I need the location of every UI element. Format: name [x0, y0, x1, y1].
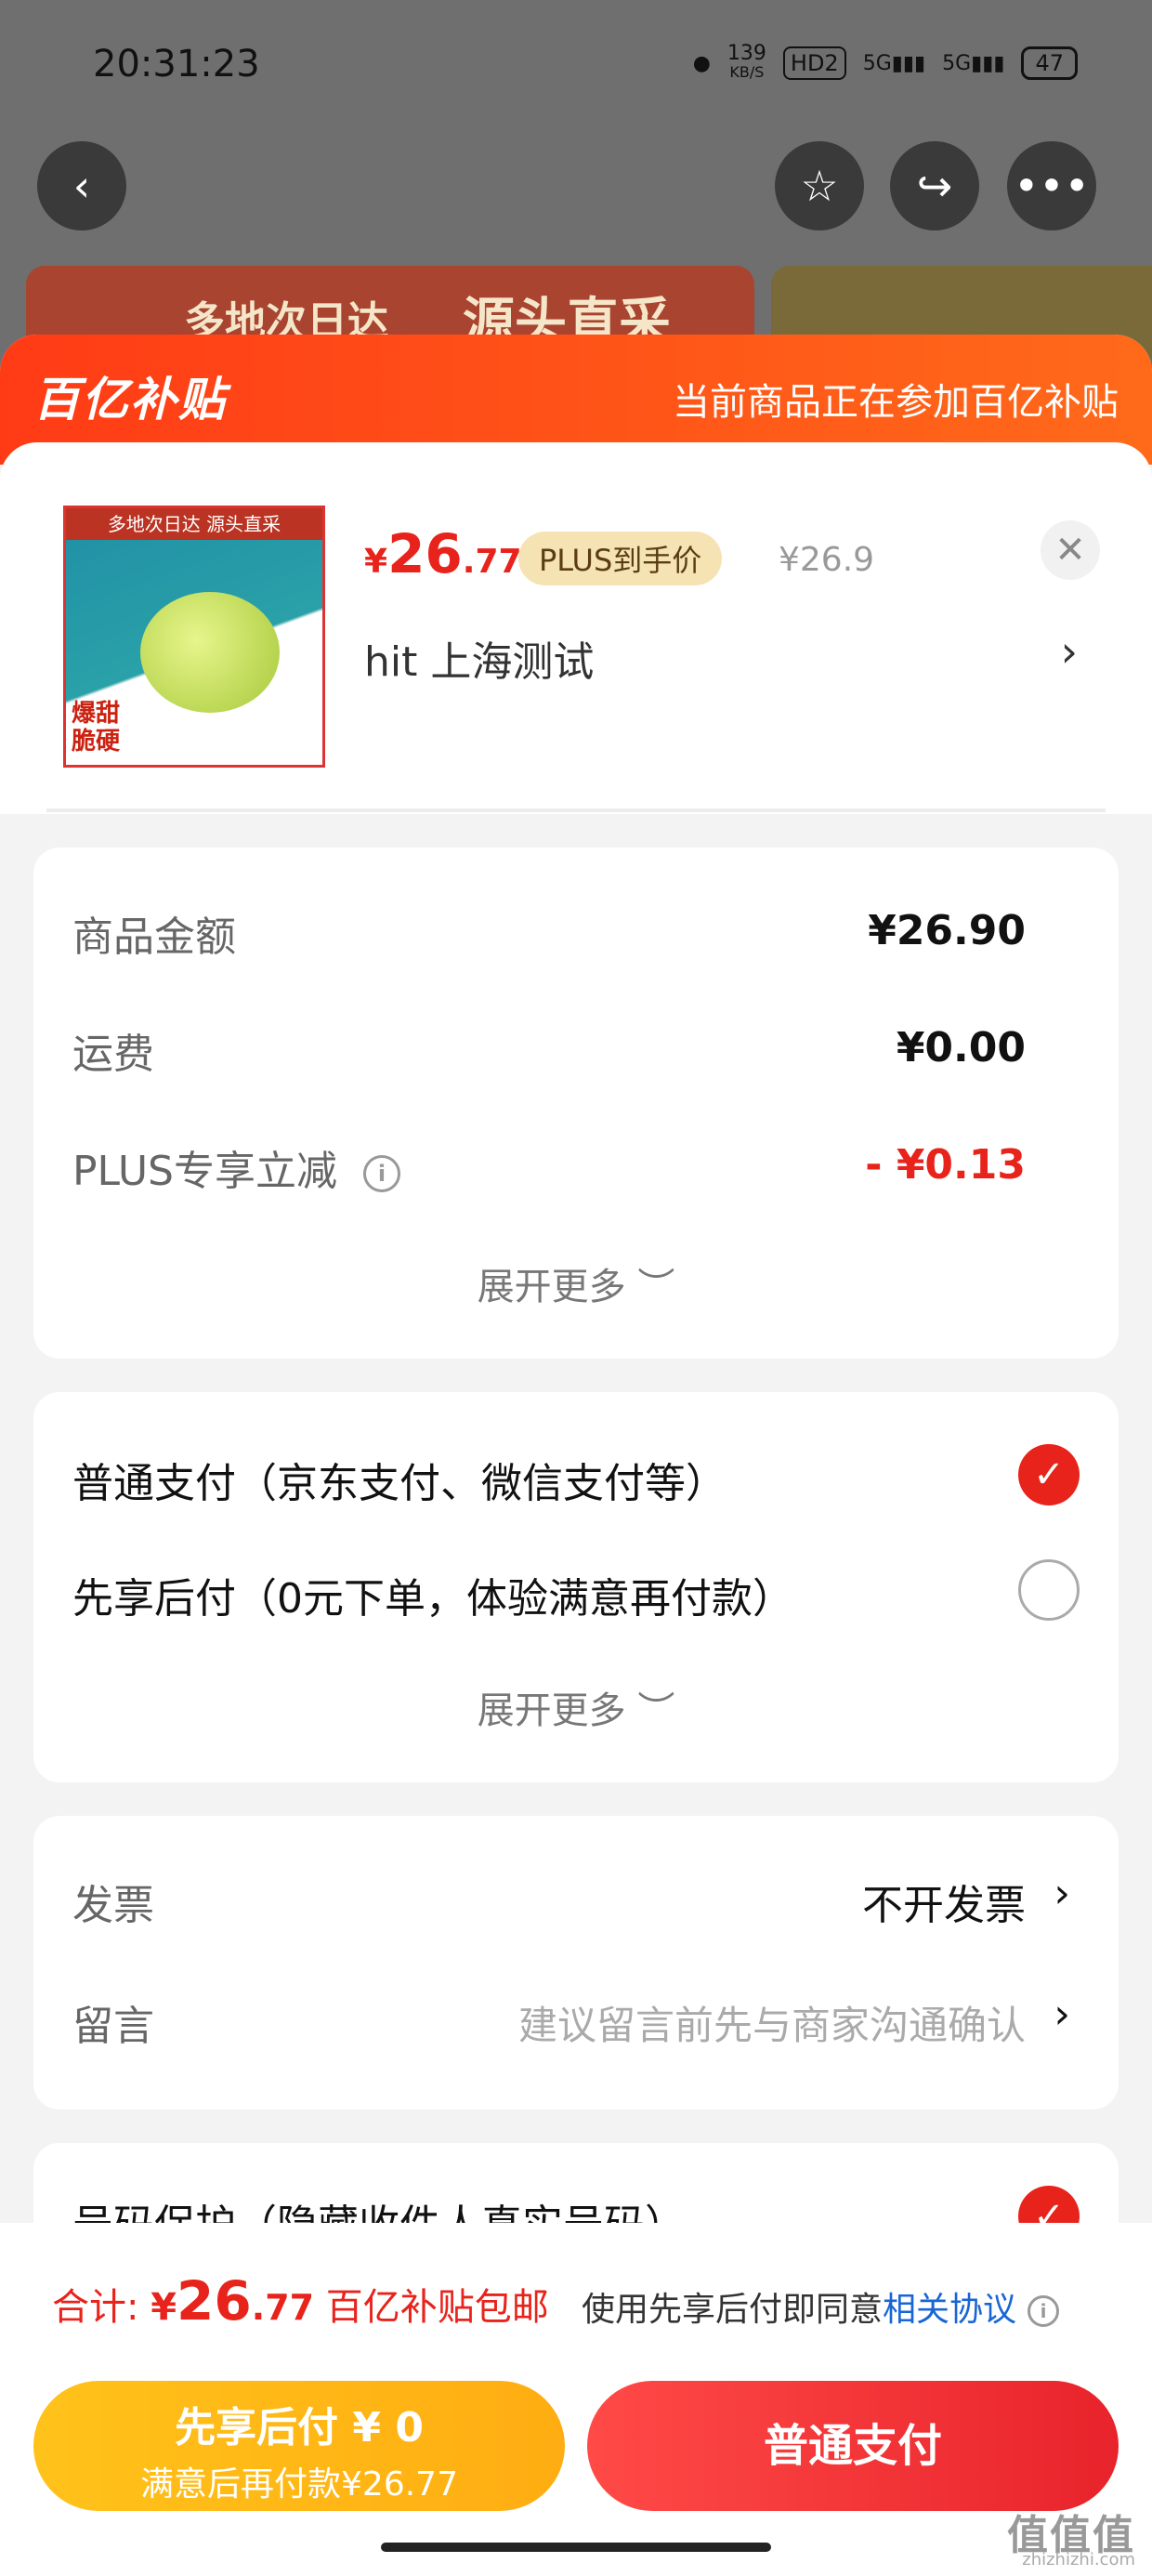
- close-button[interactable]: ✕: [1041, 520, 1100, 580]
- star-icon: ☆: [800, 161, 839, 211]
- battery-icon: 47: [1021, 46, 1078, 80]
- invoice-value[interactable]: 不开发票: [862, 1872, 1026, 1931]
- status-icons: ● 139 KB/S HD2 5G▮▮▮ 5G▮▮▮ 47: [692, 42, 1078, 82]
- check-icon: ✓: [1033, 1453, 1065, 1496]
- home-indicator[interactable]: [381, 2543, 771, 2552]
- shipping-label: 运费: [72, 1031, 154, 1078]
- signal-icon-1: 5G▮▮▮: [862, 51, 926, 75]
- more-dots-icon: •••: [1014, 161, 1090, 211]
- radio-normal-selected[interactable]: ✓: [1018, 1444, 1080, 1505]
- plus-discount-label: PLUS专享立减 i: [72, 1137, 400, 1197]
- network-speed: 139 KB/S: [727, 42, 766, 82]
- shipping-value: ¥0.00: [896, 1024, 1026, 1071]
- info-icon[interactable]: i: [1028, 2295, 1060, 2327]
- invoice-note-card: 发票 不开发票 › 留言 建议留言前先与商家沟通确认 ›: [33, 1816, 1119, 2109]
- agreement-text: 使用先享后付即同意相关协议 i: [582, 2282, 1060, 2331]
- signal-icon-2: 5G▮▮▮: [942, 51, 1005, 75]
- location-icon: ●: [692, 51, 711, 75]
- note-label: 留言: [72, 2003, 154, 2050]
- payment-method-card: 普通支付（京东支付、微信支付等） ✓ 先享后付（0元下单，体验满意再付款） 展开…: [33, 1392, 1119, 1782]
- favorite-button[interactable]: ☆: [775, 141, 864, 230]
- product-thumbnail[interactable]: 多地次日达 源头直采 爆甜 脆硬: [63, 506, 325, 768]
- plus-price-tag: PLUS到手价: [518, 532, 723, 585]
- chevron-right-icon[interactable]: ›: [1054, 1870, 1070, 1917]
- delivery-address[interactable]: hit 上海测试: [364, 628, 594, 688]
- agreement-link[interactable]: 相关协议: [883, 2291, 1016, 2329]
- close-icon: ✕: [1054, 529, 1086, 572]
- note-input[interactable]: 建议留言前先与商家沟通确认: [518, 1994, 1026, 2051]
- back-arrow-icon: ‹: [72, 161, 91, 211]
- share-button[interactable]: ↪: [890, 141, 979, 230]
- back-button[interactable]: ‹: [37, 141, 126, 230]
- expand-more-summary[interactable]: 展开更多 ︶: [33, 1256, 1119, 1310]
- watermark-sub: zhizhizhi.com: [1022, 2550, 1135, 2569]
- invoice-label: 发票: [72, 1882, 154, 1929]
- product-price: ¥26.77: [364, 522, 522, 585]
- expand-more-payment[interactable]: 展开更多 ︶: [33, 1680, 1119, 1734]
- divider: [46, 808, 1106, 812]
- payment-option-later[interactable]: 先享后付（0元下单，体验满意再付款）: [72, 1565, 793, 1624]
- info-icon[interactable]: i: [363, 1155, 400, 1192]
- brand-logo: 百亿补贴: [33, 373, 227, 427]
- status-time: 20:31:23: [93, 43, 260, 85]
- subsidy-note: 当前商品正在参加百亿补贴: [673, 381, 1119, 424]
- product-card: 多地次日达 源头直采 爆甜 脆硬 ¥26.77 PLUS到手价 ¥26.9 ✕ h…: [0, 442, 1152, 814]
- grape-image: [140, 592, 280, 713]
- radio-later[interactable]: [1018, 1559, 1080, 1621]
- normal-pay-button[interactable]: 普通支付: [587, 2381, 1119, 2511]
- bottom-bar: 合计: ¥26.77 百亿补贴包邮 使用先享后付即同意相关协议 i 先享后付 ¥ …: [0, 2223, 1152, 2576]
- plus-discount-value: - ¥0.13: [865, 1141, 1026, 1189]
- share-icon: ↪: [916, 161, 953, 211]
- chevron-right-icon[interactable]: ›: [1061, 626, 1078, 677]
- goods-amount-value: ¥26.90: [868, 907, 1026, 954]
- price-summary-card: 商品金额 ¥26.90 运费 ¥0.00 PLUS专享立减 i - ¥0.13 展…: [33, 848, 1119, 1359]
- goods-amount-label: 商品金额: [72, 913, 236, 961]
- payment-option-normal[interactable]: 普通支付（京东支付、微信支付等）: [72, 1450, 727, 1509]
- chevron-right-icon[interactable]: ›: [1054, 1991, 1070, 2038]
- original-price: ¥26.9: [779, 541, 875, 579]
- pay-later-button[interactable]: 先享后付 ¥ 0 满意后再付款¥26.77: [33, 2381, 565, 2511]
- hd-icon: HD2: [782, 46, 846, 80]
- more-button[interactable]: •••: [1007, 141, 1096, 230]
- order-total: 合计: ¥26.77 百亿补贴包邮: [52, 2269, 549, 2333]
